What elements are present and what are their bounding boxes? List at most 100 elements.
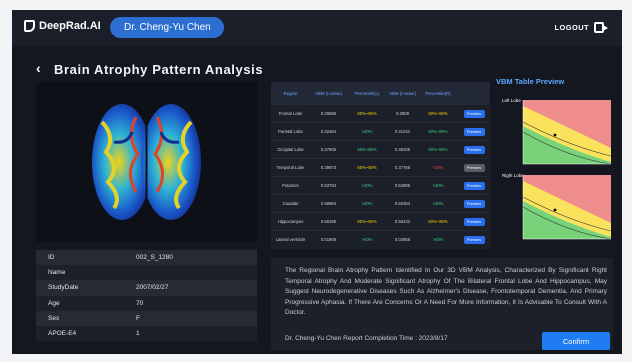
vbm-right-cell: 0.2909 [396,111,409,116]
region-cell: Caudate [282,201,299,206]
user-badge[interactable]: Dr. Cheng-Yu Chen [110,17,224,38]
vbm-right-cell: 0.02866 [394,237,411,242]
percentile-left-cell: >40% [361,183,373,188]
left-lobe-chart [522,100,612,165]
region-cell: Occipital Lobe [277,147,304,152]
info-row: ID 002_S_1280 [36,250,257,266]
col-region: Region [283,90,298,96]
vbm-table-row: Caudate 0.58884 >40% 0.60354 >40% Preview [271,194,490,212]
region-cell: Parietal Lobe [278,129,303,134]
percentile-left-cell: 60%~80% [357,165,377,170]
logout-icon [594,22,608,33]
vbm-right-cell: 0.56432 [394,219,411,224]
preview-cell: Preview [458,213,490,230]
region-cell: Hippocampus [277,219,304,224]
region-cell: Lateral ventricle [275,237,306,242]
patient-info-table: ID 002_S_1280 Name StudyDate 2007/02/27 … [36,250,257,350]
report-footer: Dr. Cheng-Yu Chen Report Completion Time… [285,335,448,342]
brain-render-panel [36,82,257,242]
logo-icon [24,20,35,32]
vbm-table-row: Temporal Lobe 0.39873 60%~80% 0.37765 <20% Pr… [271,158,490,176]
info-key: Sex [48,314,60,322]
percentile-right-cell: 60%~80% [428,111,448,116]
vbm-right-cell: 0.37765 [394,165,411,170]
vbm-table: Region VBM (t-value) Percentile(L) VBM (… [271,82,490,249]
preview-cell: Preview [458,177,490,194]
info-key: APOE-E4 [48,329,77,337]
logout-label: LOGOUT [554,23,589,32]
col-percentile-left: Percentile(L) [354,90,380,96]
col-percentile-right: Percentile(R) [425,90,451,96]
preview-cell: Preview [458,231,490,248]
brand-name: DeepRad.AI [39,20,101,32]
preview-button[interactable]: Preview [463,217,485,226]
preview-cell: Preview [458,105,490,122]
preview-button[interactable]: Preview [463,199,485,208]
vbm-table-body: Frontal Lobe 0.28586 60%~80% 0.2909 60%~80% P… [271,104,490,248]
vbm-left-cell: 0.58884 [320,201,337,206]
info-row: Age 70 [36,295,257,311]
preview-title: VBM Table Preview [496,77,565,86]
percentile-left-cell: >40% [361,129,373,134]
top-bar: DeepRad.AI Dr. Cheng-Yu Chen LOGOUT [12,10,622,46]
preview-button[interactable]: Preview [463,163,485,172]
chevron-left-icon[interactable]: ‹ [36,60,41,76]
vbm-table-row: Occipital Lobe 0.37605 60%~80% 0.36336 60%~8… [271,140,490,158]
preview-button[interactable]: Preview [463,181,485,190]
page-title: Brain Atrophy Pattern Analysis [54,62,264,77]
info-key: StudyDate [48,284,79,292]
preview-cell: Preview [458,195,490,212]
info-value: 2007/02/27 [136,284,169,292]
percentile-right-cell: >40% [432,237,444,242]
vbm-left-cell: 0.39873 [320,165,337,170]
percentile-left-cell: >40% [361,201,373,206]
info-row: Name [36,265,257,281]
info-key: Name [48,269,66,277]
percentile-left-cell: 60%~80% [357,147,377,152]
percentile-left-cell: 60%~80% [357,111,377,116]
vbm-table-row: Parietal Lobe 0.32464 >40% 0.31241 60%~80% Pr… [271,122,490,140]
col-vbm-left: VBM (t-value) [315,90,342,96]
percentile-right-cell: >40% [432,183,444,188]
region-cell: Frontal Lobe [278,111,303,116]
preview-button[interactable]: Preview [463,145,485,154]
info-key: ID [48,254,55,261]
region-cell: Putamen [282,183,299,188]
logout-button[interactable]: LOGOUT [554,22,608,33]
col-preview [458,82,490,104]
brain-render-image [92,104,201,220]
region-cell: Temporal Lobe [276,165,305,170]
percentile-right-cell: 60%~80% [428,147,448,152]
preview-cell: Preview [458,123,490,140]
report-text: The Regional Brain Atrophy Pattern Ident… [285,267,607,316]
vbm-right-cell: 0.31241 [394,129,411,134]
right-lobe-chart [522,175,612,240]
logo: DeepRad.AI [24,20,101,32]
vbm-right-cell: 0.52898 [394,183,411,188]
confirm-button[interactable]: Confirm [542,332,610,350]
info-key: Age [48,299,60,307]
info-value: F [136,314,140,322]
percentile-right-cell: 60%~80% [428,219,448,224]
percentile-right-cell: <20% [432,165,444,170]
vbm-left-cell: 0.28586 [320,111,337,116]
col-vbm-right: VBM (t-value) [389,90,416,96]
percentile-right-cell: 60%~80% [428,129,448,134]
info-row: Sex F [36,310,257,326]
info-value: 70 [136,299,144,307]
vbm-left-cell: 0.01908 [320,237,337,242]
vbm-table-row: Putamen 0.53784 >40% 0.52898 >40% Preview [271,176,490,194]
percentile-right-cell: >40% [432,201,444,206]
preview-button[interactable]: Preview [463,127,485,136]
info-row: StudyDate 2007/02/27 [36,280,257,296]
vbm-table-row: Hippocampus 0.56185 60%~80% 0.56432 60%~80% P… [271,212,490,230]
vbm-table-header: Region VBM (t-value) Percentile(L) VBM (… [271,82,490,104]
vbm-left-cell: 0.56185 [320,219,337,224]
percentile-left-cell: >40% [361,237,373,242]
app-screen: DeepRad.AI Dr. Cheng-Yu Chen LOGOUT ‹ Br… [12,10,622,354]
preview-button[interactable]: Preview [463,235,485,244]
vbm-table-row: Frontal Lobe 0.28586 60%~80% 0.2909 60%~80% P… [271,104,490,122]
preview-button[interactable]: Preview [463,109,485,118]
info-value: 002_S_1280 [136,254,173,261]
percentile-left-cell: 60%~80% [357,219,377,224]
